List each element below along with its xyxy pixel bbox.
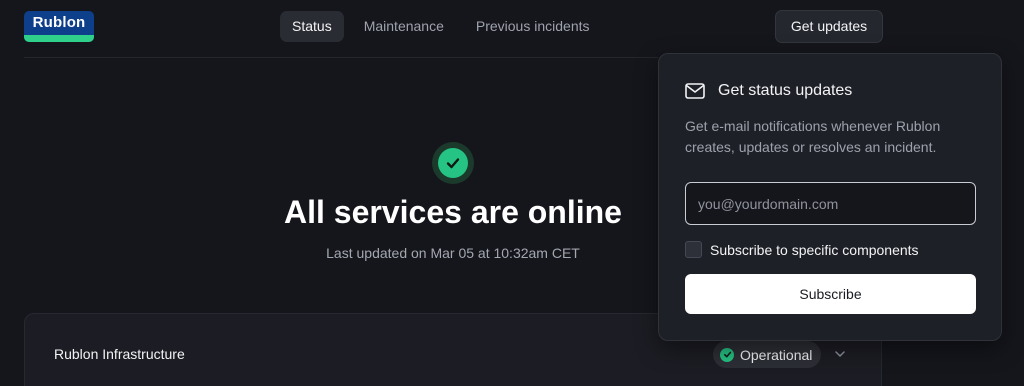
subscribe-button[interactable]: Subscribe [685,274,976,314]
status-page: Rublon Status Maintenance Previous incid… [0,0,1024,386]
email-field[interactable] [685,182,976,225]
tab-status[interactable]: Status [280,11,344,42]
logo-text: Rublon [32,14,86,31]
status-label: Operational [740,346,813,363]
tab-maintenance[interactable]: Maintenance [352,11,456,42]
last-updated-text: Last updated on Mar 05 at 10:32am CET [326,245,580,261]
logo-stripe [24,35,94,42]
check-circle-icon [432,142,474,184]
envelope-icon [685,83,705,99]
status-badge: Operational [713,341,822,368]
check-circle-icon [720,347,734,362]
rublon-logo[interactable]: Rublon [24,11,94,42]
component-name: Rublon Infrastructure [54,346,185,362]
header-divider [24,57,658,58]
popover-description: Get e-mail notifications whenever Rublon… [685,118,941,155]
tab-previous-incidents[interactable]: Previous incidents [464,11,602,42]
components-checkbox[interactable] [685,241,702,258]
chevron-down-icon[interactable] [833,347,847,361]
page-title: All services are online [284,194,622,230]
subscribe-popover: Get status updates Get e-mail notificati… [658,53,1002,341]
checkbox-label: Subscribe to specific components [710,241,919,258]
popover-header: Get status updates [685,82,852,100]
get-updates-button[interactable]: Get updates [775,10,883,43]
popover-title: Get status updates [718,82,853,99]
main-nav: Status Maintenance Previous incidents [280,11,602,42]
subscribe-components-option[interactable]: Subscribe to specific components [685,241,919,258]
